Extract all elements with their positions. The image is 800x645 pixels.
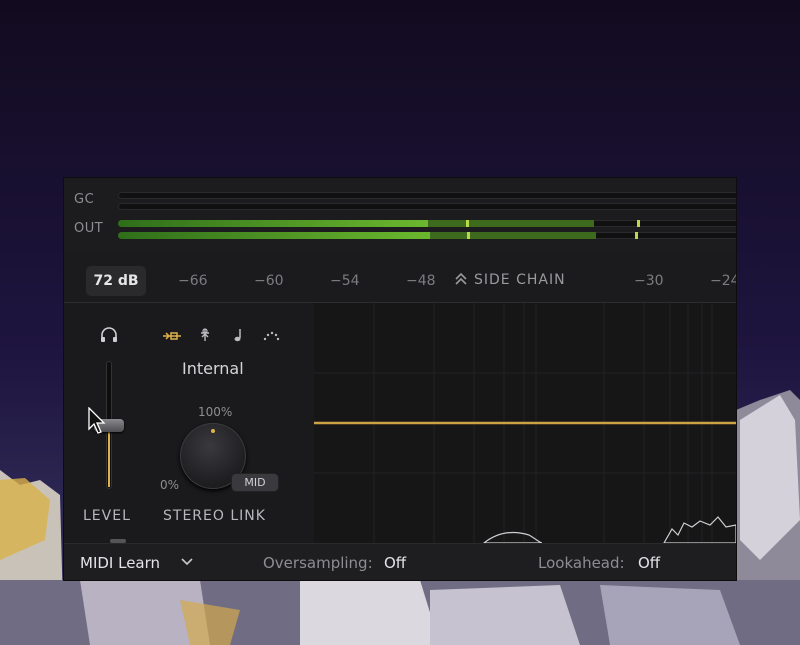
knob-min-label: 0% — [160, 478, 180, 492]
out-meter-left-peak — [466, 220, 469, 227]
out-meter-left — [118, 220, 736, 227]
oversampling-label: Oversampling: — [263, 554, 373, 572]
stereo-link-label: STEREO LINK — [163, 508, 266, 524]
frequency-graph[interactable] — [314, 303, 736, 543]
spectrum-curve — [483, 531, 543, 543]
plugin-window: GC OUT 72 dB −66 −60 −54 −48 SIDE CHAIN … — [64, 178, 736, 580]
side-chain-chevrons-icon — [455, 272, 467, 285]
out-meter-right — [118, 232, 736, 239]
lookahead-label: Lookahead: — [538, 554, 625, 572]
note-icon[interactable] — [228, 328, 248, 346]
out-meter-right-hold — [430, 232, 596, 239]
scale-tick: −54 — [330, 273, 360, 289]
level-fader-fill — [108, 431, 110, 487]
oversampling-value[interactable]: Off — [384, 554, 406, 572]
control-column: LEVEL Internal 100% 0% MID STEREO LINK — [64, 303, 314, 543]
gc-meter-bottom — [118, 203, 736, 210]
out-meter-right-peak — [467, 232, 470, 239]
cursor-icon — [88, 407, 106, 434]
scale-tick: −30 — [634, 273, 664, 289]
chevron-down-icon[interactable] — [181, 558, 193, 566]
range-button[interactable]: 72 dB — [86, 266, 146, 296]
sidechain-mode-selector — [162, 327, 289, 346]
meter-section: GC OUT — [64, 178, 736, 250]
out-meter-right-fill — [118, 232, 430, 239]
scale-tick: −66 — [178, 273, 208, 289]
scale-tick: −24 — [710, 273, 736, 289]
headphones-icon[interactable] — [100, 327, 118, 343]
side-chain-toggle[interactable]: SIDE CHAIN — [454, 272, 566, 288]
scale-tick: −48 — [406, 273, 436, 289]
knob-indicator — [211, 429, 215, 433]
db-scale: 72 dB −66 −60 −54 −48 SIDE CHAIN −30 −24 — [64, 258, 736, 303]
main-panel: LEVEL Internal 100% 0% MID STEREO LINK — [64, 303, 736, 543]
out-meter-left-hold — [428, 220, 594, 227]
midi-learn-label: MIDI Learn — [80, 554, 161, 572]
mid-button[interactable]: MID — [232, 474, 278, 491]
lookahead-value[interactable]: Off — [638, 554, 660, 572]
sidechain-source-value[interactable]: Internal — [182, 359, 244, 378]
out-meter-left-peak-2 — [637, 220, 640, 227]
out-label: OUT — [74, 221, 104, 236]
sidechain-input-icon[interactable] — [162, 330, 182, 346]
gc-label: GC — [74, 192, 95, 207]
out-meter-left-fill — [118, 220, 428, 227]
status-bar: MIDI Learn Oversampling: Off Lookahead: … — [64, 543, 736, 580]
level-label: LEVEL — [83, 508, 131, 524]
gc-meter-top — [118, 192, 736, 199]
side-chain-label: SIDE CHAIN — [474, 272, 566, 288]
midi-learn-button[interactable]: MIDI Learn — [80, 554, 193, 572]
antenna-icon[interactable] — [195, 328, 215, 346]
spectrum-curve-high — [663, 516, 736, 543]
knob-max-label: 100% — [198, 405, 233, 419]
dots-arc-icon[interactable] — [261, 330, 281, 346]
scale-tick: −60 — [254, 273, 284, 289]
out-meter-right-peak-2 — [635, 232, 638, 239]
